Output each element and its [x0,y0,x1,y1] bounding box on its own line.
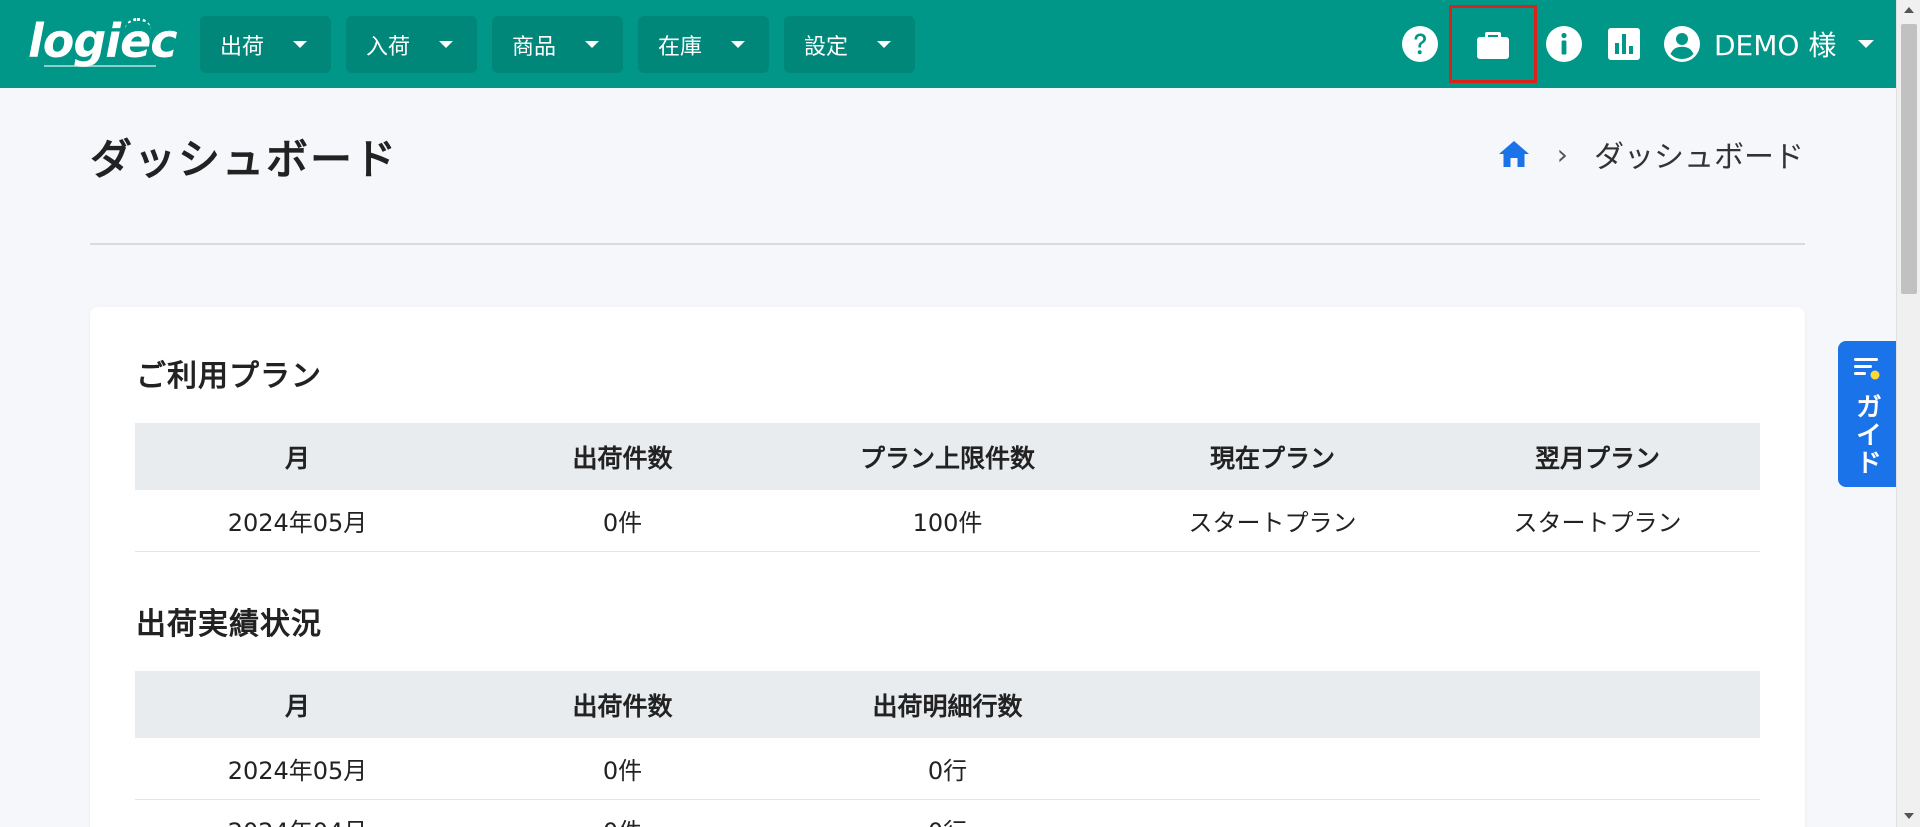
dashboard-card: ご利用プラン 月 出荷件数 プラン上限件数 現在プラン 翌月プラン 2024年0… [90,307,1805,827]
nav-inventory-dropdown[interactable]: 在庫 [638,16,769,73]
nav-products-dropdown[interactable]: 商品 [492,16,623,73]
column-header-empty [1435,671,1760,738]
column-header: 出荷件数 [460,671,785,738]
column-header: 出荷明細行数 [785,671,1110,738]
table-cell: 2024年05月 [135,738,460,800]
nav-settings-label: 設定 [804,34,849,60]
table-cell: 0件 [460,799,785,827]
breadcrumb-current: ダッシュボード [1594,140,1804,175]
table-row: 2024年04月 0件 0行 [135,799,1760,827]
plan-table: 月 出荷件数 プラン上限件数 現在プラン 翌月プラン 2024年05月 0件 1… [135,423,1760,552]
user-name: DEMO 様 [1714,29,1837,62]
table-cell: スタートプラン [1110,490,1435,552]
nav-products-label: 商品 [512,34,557,60]
vertical-scrollbar[interactable] [1896,0,1920,827]
breadcrumb: › ダッシュボード [1497,132,1804,176]
nav-shipping-dropdown[interactable]: 出荷 [200,16,331,73]
table-cell: 2024年05月 [135,490,460,552]
scroll-down-arrow-icon[interactable] [1904,813,1914,819]
table-cell: 0件 [460,490,785,552]
caret-down-icon [1858,40,1875,48]
scrollbar-thumb[interactable] [1901,24,1917,294]
caret-down-icon [877,41,891,48]
table-cell: スタートプラン [1435,490,1760,552]
page-title: ダッシュボード [90,135,399,184]
column-header: 月 [135,671,460,738]
nav-settings-dropdown[interactable]: 設定 [784,16,915,73]
divider [90,243,1805,245]
table-cell-empty [1110,738,1435,800]
nav-receiving-dropdown[interactable]: 入荷 [346,16,477,73]
caret-down-icon [439,41,453,48]
table-cell: 100件 [785,490,1110,552]
account-circle-icon [1664,26,1700,62]
table-cell: 2024年04月 [135,799,460,827]
info-button[interactable] [1534,14,1594,74]
guide-filter-icon [1854,358,1880,380]
table-header-row: 月 出荷件数 出荷明細行数 [135,671,1760,738]
caret-down-icon [731,41,745,48]
help-button[interactable] [1390,14,1450,74]
table-cell-empty [1110,799,1435,827]
shipments-table: 月 出荷件数 出荷明細行数 2024年05月 0件 0行 2024年04月 0件… [135,671,1760,827]
chevron-right-icon: › [1556,137,1568,171]
nav-receiving-label: 入荷 [366,34,411,60]
caret-down-icon [293,41,307,48]
table-cell-empty [1435,799,1760,827]
column-header-empty [1110,671,1435,738]
guide-tab-button[interactable]: ガイド [1838,341,1896,487]
column-header: 出荷件数 [460,423,785,490]
column-header: 翌月プラン [1435,423,1760,490]
nav-inventory-label: 在庫 [658,34,703,60]
column-header: プラン上限件数 [785,423,1110,490]
table-cell: 0件 [460,738,785,800]
info-icon [1546,26,1582,62]
nav-shipping-label: 出荷 [220,34,265,60]
table-cell: 0行 [785,799,1110,827]
main-nav: 出荷 入荷 商品 在庫 設定 [200,16,915,73]
column-header: 現在プラン [1110,423,1435,490]
bar-chart-icon [1608,28,1640,60]
logo-text: logiec [28,14,178,68]
header-actions: DEMO 様 [1388,0,1875,88]
help-icon [1402,26,1438,62]
caret-down-icon [585,41,599,48]
guide-label: ガイド [1851,393,1882,477]
logo[interactable]: logiec [28,18,178,72]
logo-tagline-rule [44,65,156,67]
table-cell-empty [1435,738,1760,800]
user-menu[interactable]: DEMO 様 [1662,24,1875,64]
plan-section-title: ご利用プラン [136,359,322,394]
home-icon[interactable] [1497,139,1531,169]
jobs-button[interactable] [1449,5,1537,83]
table-header-row: 月 出荷件数 プラン上限件数 現在プラン 翌月プラン [135,423,1760,490]
table-cell: 0行 [785,738,1110,800]
top-nav-bar: logiec 出荷 入荷 商品 在庫 設定 DEMO 様 [0,0,1896,88]
shipments-section-title: 出荷実績状況 [136,607,322,642]
briefcase-icon [1477,32,1509,59]
column-header: 月 [135,423,460,490]
table-row: 2024年05月 0件 100件 スタートプラン スタートプラン [135,490,1760,552]
reports-button[interactable] [1594,14,1654,74]
table-row: 2024年05月 0件 0行 [135,738,1760,800]
scroll-up-arrow-icon[interactable] [1904,7,1914,13]
